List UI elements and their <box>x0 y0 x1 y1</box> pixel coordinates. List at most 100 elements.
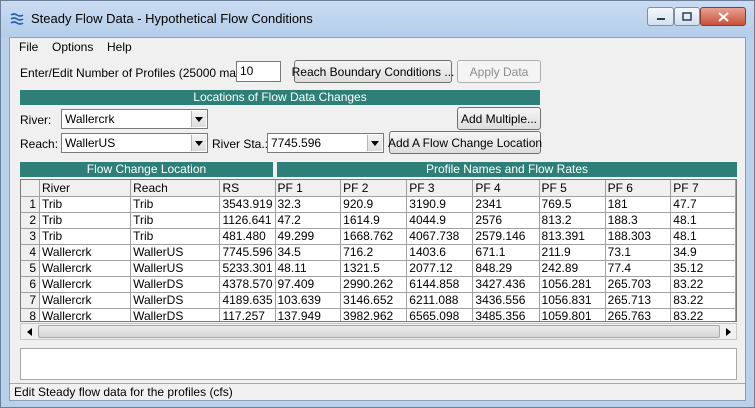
reach-select[interactable]: WallerUS <box>61 133 208 153</box>
grid-cell[interactable]: 3485.356 <box>472 308 540 321</box>
grid-cell[interactable]: Wallercrk <box>39 276 132 293</box>
grid-cell[interactable]: 181 <box>605 196 672 213</box>
grid-cell[interactable]: 47.7 <box>670 196 736 213</box>
grid-cell[interactable]: 1059.801 <box>539 308 606 321</box>
grid-cell[interactable]: Wallercrk <box>39 244 132 261</box>
column-header[interactable]: PF 5 <box>539 180 606 197</box>
profiles-count-input[interactable]: 10 <box>236 61 281 82</box>
add-multiple-button[interactable]: Add Multiple... <box>457 107 541 130</box>
grid-cell[interactable]: Trib <box>39 228 132 245</box>
grid-cell[interactable]: 3190.9 <box>406 196 474 213</box>
grid-cell[interactable]: Wallercrk <box>39 292 132 309</box>
grid-cell[interactable]: 83.22 <box>670 308 736 321</box>
grid-cell[interactable]: WallerUS <box>130 244 221 261</box>
grid-cell[interactable]: 242.89 <box>539 260 606 277</box>
grid-cell[interactable]: 83.22 <box>670 292 736 309</box>
grid-cell[interactable]: WallerDS <box>130 276 221 293</box>
column-header[interactable]: PF 4 <box>472 180 540 197</box>
horizontal-scrollbar[interactable] <box>20 323 737 340</box>
row-number[interactable]: 3 <box>21 228 40 245</box>
flow-data-grid[interactable]: River Reach RS PF 1 PF 2 PF 3 PF 4 PF 5 PF 6 PF 7… <box>20 179 737 322</box>
grid-cell[interactable]: 4067.738 <box>406 228 474 245</box>
grid-cell[interactable]: 265.703 <box>605 276 672 293</box>
grid-cell[interactable]: 3146.652 <box>340 292 408 309</box>
grid-cell[interactable]: 4378.570 <box>219 276 276 293</box>
grid-cell[interactable]: 1126.641 <box>219 212 276 229</box>
grid-cell[interactable]: WallerUS <box>130 260 221 277</box>
dropdown-arrow-icon[interactable] <box>367 135 382 151</box>
grid-cell[interactable]: 49.299 <box>275 228 342 245</box>
scrollbar-thumb[interactable] <box>38 325 720 338</box>
grid-cell[interactable]: 2077.12 <box>406 260 474 277</box>
grid-cell[interactable]: 77.4 <box>605 260 672 277</box>
grid-cell[interactable]: 117.257 <box>219 308 276 321</box>
row-number[interactable]: 6 <box>21 276 40 293</box>
scroll-right-icon[interactable] <box>720 324 736 339</box>
grid-cell[interactable]: 2341 <box>472 196 540 213</box>
grid-cell[interactable]: 1668.762 <box>340 228 408 245</box>
grid-cell[interactable]: WallerDS <box>130 292 221 309</box>
grid-cell[interactable]: 5233.301 <box>219 260 276 277</box>
grid-cell[interactable]: 35.12 <box>670 260 736 277</box>
maximize-button[interactable] <box>674 7 700 26</box>
grid-cell[interactable]: 4189.635 <box>219 292 276 309</box>
close-button[interactable] <box>700 7 746 26</box>
row-number[interactable]: 2 <box>21 212 40 229</box>
grid-cell[interactable]: 6144.858 <box>406 276 474 293</box>
dropdown-arrow-icon[interactable] <box>191 111 206 127</box>
row-number[interactable]: 5 <box>21 260 40 277</box>
grid-cell[interactable]: Wallercrk <box>39 260 132 277</box>
menu-file[interactable]: File <box>19 40 38 54</box>
grid-cell[interactable]: 103.639 <box>275 292 342 309</box>
row-number[interactable]: 1 <box>21 196 40 213</box>
grid-cell[interactable]: 3543.919 <box>219 196 276 213</box>
grid-cell[interactable]: 848.29 <box>472 260 540 277</box>
grid-cell[interactable]: 920.9 <box>340 196 408 213</box>
grid-cell[interactable]: 83.22 <box>670 276 736 293</box>
row-number[interactable]: 4 <box>21 244 40 261</box>
description-box[interactable] <box>20 348 737 380</box>
grid-cell[interactable]: 7745.596 <box>219 244 276 261</box>
scroll-left-icon[interactable] <box>21 324 37 339</box>
grid-cell[interactable]: 1321.5 <box>340 260 408 277</box>
menu-options[interactable]: Options <box>52 40 93 54</box>
grid-cell[interactable]: 1614.9 <box>340 212 408 229</box>
column-header[interactable]: Reach <box>130 180 221 197</box>
column-header[interactable]: RS <box>219 180 276 197</box>
grid-cell[interactable]: 813.391 <box>539 228 606 245</box>
grid-cell[interactable]: 48.1 <box>670 228 736 245</box>
row-number[interactable]: 7 <box>21 292 40 309</box>
grid-cell[interactable]: Trib <box>39 212 132 229</box>
grid-cell[interactable]: 769.5 <box>539 196 606 213</box>
grid-cell[interactable]: 34.5 <box>275 244 342 261</box>
river-sta-select[interactable]: 7745.596 <box>267 133 384 153</box>
menu-help[interactable]: Help <box>107 40 132 54</box>
grid-cell[interactable]: Trib <box>130 196 221 213</box>
dropdown-arrow-icon[interactable] <box>191 135 206 151</box>
grid-cell[interactable]: 3982.962 <box>340 308 408 321</box>
add-flow-change-location-button[interactable]: Add A Flow Change Location <box>388 131 542 154</box>
column-header[interactable]: PF 2 <box>340 180 408 197</box>
river-select[interactable]: Wallercrk <box>61 109 208 129</box>
grid-cell[interactable]: 716.2 <box>340 244 408 261</box>
apply-data-button[interactable]: Apply Data <box>457 60 541 83</box>
minimize-button[interactable] <box>647 7 674 26</box>
grid-cell[interactable]: 265.763 <box>605 308 672 321</box>
grid-cell[interactable]: 813.2 <box>539 212 606 229</box>
title-bar[interactable]: Steady Flow Data - Hypothetical Flow Con… <box>1 1 754 37</box>
column-header[interactable]: PF 3 <box>406 180 474 197</box>
grid-cell[interactable]: 6211.088 <box>406 292 474 309</box>
grid-cell[interactable]: 265.713 <box>605 292 672 309</box>
grid-cell[interactable]: 211.9 <box>539 244 606 261</box>
grid-cell[interactable]: 188.303 <box>605 228 672 245</box>
reach-boundary-conditions-button[interactable]: Reach Boundary Conditions ... <box>292 60 454 83</box>
grid-cell[interactable]: 481.480 <box>219 228 276 245</box>
grid-cell[interactable]: 48.11 <box>275 260 342 277</box>
grid-cell[interactable]: 73.1 <box>605 244 672 261</box>
grid-cell[interactable]: 97.409 <box>275 276 342 293</box>
grid-cell[interactable]: Wallercrk <box>39 308 132 321</box>
grid-cell[interactable]: 671.1 <box>472 244 540 261</box>
grid-cell[interactable]: 188.3 <box>605 212 672 229</box>
column-header[interactable]: River <box>39 180 132 197</box>
grid-cell[interactable]: 2990.262 <box>340 276 408 293</box>
